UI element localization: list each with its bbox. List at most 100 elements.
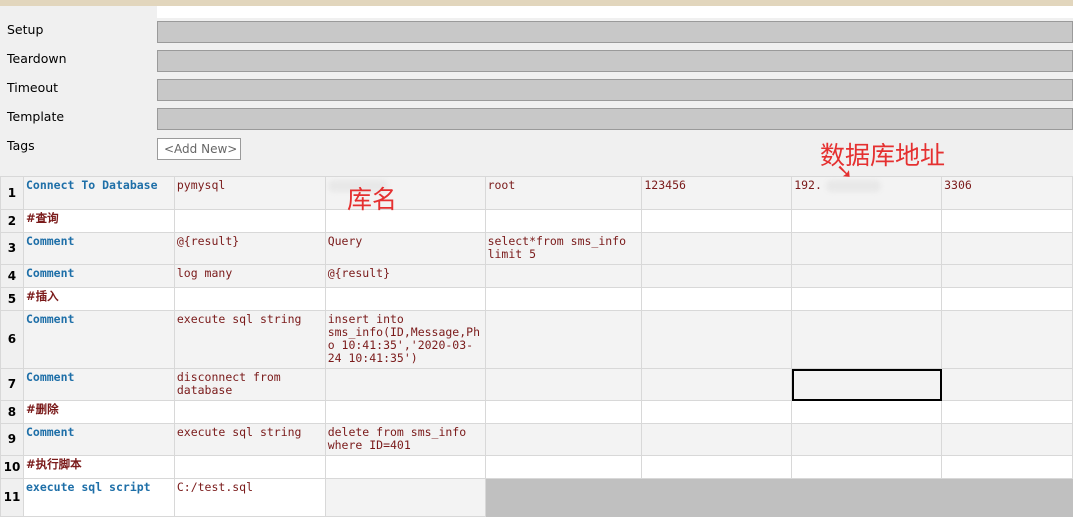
argument-cell[interactable]: 3306	[941, 176, 1073, 210]
empty-cell[interactable]	[484, 264, 643, 288]
keyword-cell[interactable]: Comment	[22, 310, 175, 369]
table-row: 3 Comment @{result} Query select*from sm…	[0, 232, 1073, 265]
teardown-label: Teardown	[7, 51, 67, 66]
empty-cell[interactable]	[484, 310, 643, 369]
empty-cell[interactable]	[324, 287, 486, 311]
empty-cell[interactable]	[791, 400, 943, 424]
template-field[interactable]	[157, 108, 1073, 130]
empty-cell[interactable]	[791, 310, 943, 369]
argument-cell[interactable]: 192.	[791, 176, 943, 210]
empty-cell[interactable]	[941, 287, 1073, 311]
empty-cell[interactable]	[324, 478, 486, 517]
row-number[interactable]: 1	[0, 176, 24, 210]
empty-cell[interactable]	[484, 400, 643, 424]
timeout-field[interactable]	[157, 79, 1073, 101]
empty-cell[interactable]	[941, 310, 1073, 369]
argument-cell[interactable]: delete from sms_info where ID=401	[324, 423, 486, 456]
table-row: 4 Comment log many @{result}	[0, 264, 1073, 288]
empty-cell[interactable]	[641, 264, 793, 288]
table-row: 1 Connect To Database pymysql root 12345…	[0, 176, 1073, 210]
empty-cell[interactable]	[641, 455, 793, 479]
row-number[interactable]: 6	[0, 310, 24, 369]
empty-cell[interactable]	[941, 455, 1073, 479]
comment-cell[interactable]: #插入	[22, 287, 175, 311]
table-row: 2 #查询	[0, 209, 1073, 233]
db-name-annotation: 库名	[347, 185, 398, 214]
row-number[interactable]: 8	[0, 400, 24, 424]
argument-cell[interactable]: execute sql string	[173, 310, 326, 369]
keyword-cell[interactable]: execute sql script	[22, 478, 175, 517]
empty-cell[interactable]	[641, 400, 793, 424]
comment-cell[interactable]: #查询	[22, 209, 175, 233]
empty-cell[interactable]	[484, 455, 643, 479]
empty-cell[interactable]	[173, 455, 326, 479]
argument-cell[interactable]: @{result}	[173, 232, 326, 265]
empty-cell[interactable]	[791, 455, 943, 479]
row-number[interactable]: 11	[0, 478, 24, 517]
argument-cell[interactable]: log many	[173, 264, 326, 288]
empty-cell[interactable]	[791, 423, 943, 456]
argument-cell[interactable]: Query	[324, 232, 486, 265]
empty-cell[interactable]	[941, 368, 1073, 401]
selected-cell[interactable]	[791, 368, 943, 401]
row-number[interactable]: 3	[0, 232, 24, 265]
keyword-cell[interactable]: Comment	[22, 368, 175, 401]
comment-cell[interactable]: #执行脚本	[22, 455, 175, 479]
empty-cell[interactable]	[941, 400, 1073, 424]
empty-cell[interactable]	[641, 368, 793, 401]
empty-cell[interactable]	[324, 368, 486, 401]
empty-cell[interactable]	[484, 368, 643, 401]
argument-cell[interactable]: select*from sms_info limit 5	[484, 232, 643, 265]
empty-cell[interactable]	[941, 423, 1073, 456]
setup-field[interactable]	[157, 21, 1073, 43]
empty-cell[interactable]	[324, 455, 486, 479]
empty-cell[interactable]	[791, 209, 943, 233]
argument-cell[interactable]: insert into sms_info(ID,Message,Pho 10:4…	[324, 310, 486, 369]
empty-cell[interactable]	[641, 310, 793, 369]
empty-cell[interactable]	[484, 423, 643, 456]
template-label: Template	[7, 109, 65, 124]
empty-cell[interactable]	[641, 209, 793, 233]
keyword-cell[interactable]: Comment	[22, 232, 175, 265]
row-number[interactable]: 5	[0, 287, 24, 311]
empty-cell[interactable]	[941, 232, 1073, 265]
empty-cell[interactable]	[791, 232, 943, 265]
empty-cell[interactable]	[791, 287, 943, 311]
row-number[interactable]: 9	[0, 423, 24, 456]
argument-cell[interactable]: disconnect from database	[173, 368, 326, 401]
argument-cell[interactable]: root	[484, 176, 643, 210]
tags-label: Tags	[7, 138, 35, 153]
empty-cell[interactable]	[324, 400, 486, 424]
empty-cell[interactable]	[173, 209, 326, 233]
empty-cell[interactable]	[641, 423, 793, 456]
add-new-tag-button[interactable]: <Add New>	[157, 138, 241, 160]
empty-cell[interactable]	[173, 287, 326, 311]
argument-cell[interactable]: @{result}	[324, 264, 486, 288]
test-steps-grid: 1 Connect To Database pymysql root 12345…	[0, 176, 1073, 517]
setup-label: Setup	[7, 22, 44, 37]
argument-cell[interactable]: execute sql string	[173, 423, 326, 456]
empty-cell[interactable]	[484, 209, 643, 233]
empty-cell[interactable]	[484, 287, 643, 311]
empty-cell[interactable]	[173, 400, 326, 424]
empty-cell[interactable]	[941, 209, 1073, 233]
row-number[interactable]: 2	[0, 209, 24, 233]
argument-cell[interactable]: pymysql	[173, 176, 326, 210]
comment-cell[interactable]: #删除	[22, 400, 175, 424]
empty-cell[interactable]	[641, 287, 793, 311]
table-row: 10 #执行脚本	[0, 455, 1073, 479]
argument-cell[interactable]: 123456	[641, 176, 793, 210]
keyword-cell[interactable]: Comment	[22, 264, 175, 288]
disabled-cell	[484, 478, 643, 517]
keyword-cell[interactable]: Connect To Database	[22, 176, 175, 210]
argument-cell[interactable]: C:/test.sql	[173, 478, 326, 517]
table-row: 8 #删除	[0, 400, 1073, 424]
row-number[interactable]: 10	[0, 455, 24, 479]
row-number[interactable]: 4	[0, 264, 24, 288]
keyword-cell[interactable]: Comment	[22, 423, 175, 456]
empty-cell[interactable]	[791, 264, 943, 288]
teardown-field[interactable]	[157, 50, 1073, 72]
row-number[interactable]: 7	[0, 368, 24, 401]
empty-cell[interactable]	[941, 264, 1073, 288]
empty-cell[interactable]	[641, 232, 793, 265]
